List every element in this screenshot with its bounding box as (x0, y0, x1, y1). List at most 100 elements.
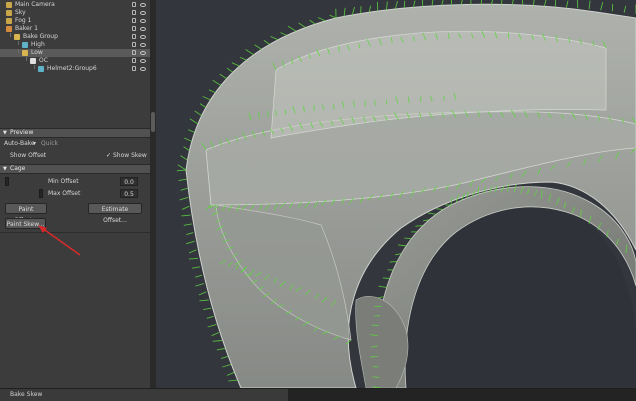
skew-vector (184, 224, 192, 225)
skew-vector (181, 215, 190, 216)
skew-vector (184, 138, 192, 141)
show-offset-toggle[interactable]: Show Offset (10, 152, 46, 159)
skew-vector (383, 278, 390, 279)
scene-tree-item[interactable]: Baker 1 (0, 25, 150, 33)
visibility-eye-icon[interactable] (140, 27, 146, 31)
skew-vector (232, 63, 240, 66)
scene-tree-item-label: Low (31, 49, 43, 57)
skew-vector (395, 1, 397, 9)
skew-vector (200, 300, 209, 301)
show-skew-checkbox[interactable]: ✓ (106, 152, 111, 159)
baker-icon (6, 26, 12, 32)
lock-icon[interactable] (132, 58, 136, 63)
mesh-icon (22, 42, 28, 48)
lock-icon[interactable] (132, 10, 136, 15)
skew-vector (318, 18, 326, 21)
scene-tree-item[interactable]: Main Camera (0, 1, 150, 9)
lock-icon[interactable] (132, 26, 136, 31)
min-offset-field[interactable]: 0.0 (120, 177, 138, 186)
skew-vector (271, 36, 279, 39)
scene-tree-item[interactable]: OC (0, 57, 150, 65)
collapse-triangle-icon: ▼ (3, 165, 7, 173)
folder-icon (14, 34, 20, 40)
skew-vector (180, 197, 189, 200)
scene-tree-item[interactable]: Sky (0, 9, 150, 17)
skew-vector (370, 356, 378, 357)
skew-vector (566, 1, 568, 8)
skew-vector (188, 130, 194, 133)
scene-tree-item-label: High (31, 41, 45, 49)
scene-tree-item[interactable]: Low (0, 49, 150, 57)
tree-guide-line (26, 57, 27, 61)
lock-icon[interactable] (132, 66, 136, 71)
max-offset-field[interactable]: 0.5 (120, 189, 138, 198)
visibility-eye-icon[interactable] (140, 67, 146, 71)
skew-vector (404, 238, 411, 239)
visibility-eye-icon[interactable] (140, 11, 146, 15)
estimate-offset-button[interactable]: Estimate Offset... (88, 203, 142, 214)
skew-vector (432, 0, 433, 6)
skew-vector (195, 111, 202, 116)
skew-vector (386, 2, 387, 11)
visibility-eye-icon[interactable] (140, 43, 146, 47)
skew-vector (227, 68, 233, 72)
skew-vector (186, 241, 195, 244)
skew-vector (190, 119, 198, 124)
visibility-eye-icon[interactable] (140, 59, 146, 63)
visibility-eye-icon[interactable] (140, 3, 146, 7)
auto-bake-dropdown-icon[interactable]: ▾ (33, 140, 36, 147)
3d-viewport[interactable] (156, 0, 636, 388)
camera-icon (6, 2, 12, 8)
scene-tree-item-label: Bake Group (23, 33, 58, 41)
skew-vector (209, 90, 215, 93)
paint-skew-button[interactable]: Paint Skew... (5, 218, 46, 229)
cage-section-header[interactable]: ▼ Cage (0, 164, 150, 174)
sky-icon (6, 10, 12, 16)
visibility-eye-icon[interactable] (140, 51, 146, 55)
lock-icon[interactable] (132, 42, 136, 47)
skew-vector (222, 364, 231, 367)
min-offset-slider-handle[interactable] (5, 177, 9, 186)
preview-section-title: Preview (10, 129, 33, 137)
skew-vector (189, 258, 198, 259)
skew-vector (281, 33, 287, 36)
auto-bake-dropdown-value[interactable]: Quick (41, 140, 58, 147)
tree-guide-line (18, 41, 19, 45)
skew-vector (221, 356, 228, 358)
skew-vector (378, 297, 384, 298)
scene-tree-item[interactable]: Fog 1 (0, 17, 150, 25)
skew-vector (178, 165, 186, 170)
cage-section-title: Cage (10, 165, 25, 173)
skew-vector (240, 57, 246, 60)
scene-tree-item[interactable]: Bake Group (0, 33, 150, 41)
visibility-eye-icon[interactable] (140, 19, 146, 23)
skew-vector (189, 250, 196, 253)
preview-section-header[interactable]: ▼ Preview (0, 128, 150, 138)
skew-vector (601, 2, 603, 10)
max-offset-label: Max Offset (48, 190, 80, 197)
scene-tree-item[interactable]: High (0, 41, 150, 49)
show-skew-label[interactable]: Show Skew (113, 152, 147, 159)
skew-vector (177, 170, 186, 171)
scene-tree-item[interactable]: Helmet2:Group6 (0, 65, 150, 73)
skew-vector (369, 6, 371, 13)
max-offset-slider-handle[interactable] (39, 189, 43, 198)
skew-vector (436, 209, 443, 210)
lock-icon[interactable] (132, 34, 136, 39)
viewport-canvas[interactable] (156, 0, 636, 388)
panel-scrollbar-thumb[interactable] (151, 112, 155, 132)
skew-vector (212, 333, 219, 336)
skew-vector (184, 147, 190, 151)
skew-vector (207, 316, 214, 318)
skew-vector (330, 15, 336, 18)
lock-icon[interactable] (132, 18, 136, 23)
lock-icon[interactable] (132, 2, 136, 7)
skew-vector (624, 6, 626, 13)
status-bar: Bake Skew (0, 388, 636, 401)
skew-vector (442, 0, 444, 6)
visibility-eye-icon[interactable] (140, 35, 146, 39)
skew-vector (200, 104, 206, 108)
tree-guide-line (34, 65, 35, 69)
lock-icon[interactable] (132, 50, 136, 55)
paint-offset-button[interactable]: Paint Offset... (5, 203, 47, 214)
